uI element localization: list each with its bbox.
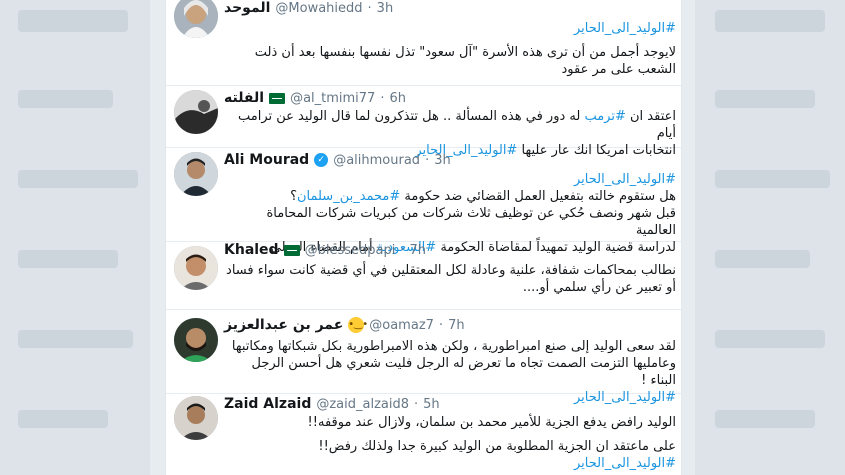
timestamp[interactable]: 7h: [409, 243, 426, 258]
tweet-item[interactable]: الفلته @al_tmimi77 · 6h اعتقد ان #ترمب ل…: [166, 86, 681, 158]
display-name[interactable]: الفلته: [224, 90, 264, 106]
tweet-header: عمر بن عبدالعزيز •‿• @oamaz7 · 7h: [224, 317, 465, 333]
tweet-line: وعامليها التزمت الصمت تجاه ما تعرض له ال…: [251, 356, 676, 388]
saudi-flag-icon: [283, 244, 300, 256]
tweet-item[interactable]: الموحد @Mowahiedd · 3h #الوليد_الى_الحاي…: [166, 0, 681, 86]
tweet-line: نطالب بمحاكمات شفافة، علنية وعادلة لكل ا…: [226, 263, 676, 278]
verified-badge-icon: ✓: [314, 153, 329, 167]
avatar-image: [174, 318, 218, 362]
blurred-content: [715, 330, 825, 348]
tweet-line: قبل شهر ونصف حُكي عن توظيف ثلاث شركات من…: [266, 206, 676, 238]
separator: ·: [400, 242, 405, 258]
timestamp[interactable]: 7h: [448, 318, 465, 333]
left-background-column: [0, 0, 150, 475]
blurred-content: [18, 330, 133, 348]
hashtag-link[interactable]: #محمد_بن_سلمان: [297, 189, 400, 204]
hashtag-link[interactable]: #ترمب: [584, 109, 625, 124]
avatar[interactable]: [174, 246, 218, 290]
blurred-content: [715, 90, 815, 108]
tweet-text: نطالب بمحاكمات شفافة، علنية وعادلة لكل ا…: [224, 262, 676, 296]
hashtag-link[interactable]: #الوليد_الى_الحاير: [574, 172, 676, 187]
user-handle[interactable]: @al_tmimi77: [290, 91, 375, 106]
tweet-header: الفلته @al_tmimi77 · 6h: [224, 90, 406, 106]
tweet-line: على ماعتقد ان الجزية المطلوبة من الوليد …: [318, 439, 676, 454]
saudi-flag-icon: [269, 92, 286, 104]
blurred-content: [18, 250, 118, 268]
tweet-item[interactable]: Zaid Alzaid @zaid_alzaid8 · 5h الوليد را…: [166, 394, 681, 475]
tweet-line: لايوجد أجمل من أن ترى هذه الأسرة "آل سعو…: [254, 45, 676, 60]
avatar[interactable]: [174, 152, 218, 196]
user-handle[interactable]: @Mowahiedd: [275, 1, 362, 16]
timestamp[interactable]: 3h: [377, 1, 394, 16]
blurred-content: [18, 90, 113, 108]
avatar[interactable]: [174, 90, 218, 134]
user-handle[interactable]: @oamaz7: [369, 318, 434, 333]
blurred-content: [18, 410, 108, 428]
blurred-content: [715, 10, 825, 32]
blurred-content: [18, 10, 128, 32]
timestamp[interactable]: 5h: [423, 397, 440, 412]
user-handle[interactable]: @zaid_alzaid8: [316, 397, 409, 412]
separator: ·: [380, 90, 385, 106]
avatar-image: [174, 396, 218, 440]
tweet-item[interactable]: عمر بن عبدالعزيز •‿• @oamaz7 · 7h لقد سع…: [166, 310, 681, 405]
tweet-item[interactable]: Khaled @blessedpapi · 7h نطالب بمحاكمات …: [166, 242, 681, 310]
avatar-image: [174, 90, 218, 134]
avatar-image: [174, 152, 218, 196]
blurred-content: [715, 170, 830, 188]
display-name[interactable]: Khaled: [224, 242, 279, 258]
blurred-content: [715, 410, 815, 428]
hashtag-link[interactable]: #الوليد_الى_الحاير: [574, 21, 676, 36]
separator: ·: [438, 317, 444, 333]
blurred-content: [18, 170, 138, 188]
separator: ·: [425, 152, 430, 168]
display-name[interactable]: Ali Mourad: [224, 152, 309, 168]
timestamp[interactable]: 6h: [389, 91, 406, 106]
tweet-feed: الموحد @Mowahiedd · 3h #الوليد_الى_الحاي…: [165, 0, 682, 475]
tweet-header: Khaled @blessedpapi · 7h: [224, 242, 426, 258]
tweet-text: الوليد رافض يدفع الجزية للأمير محمد بن س…: [224, 414, 676, 472]
tweet-header: الموحد @Mowahiedd · 3h: [224, 0, 393, 16]
avatar-image: [174, 0, 218, 38]
separator: ·: [414, 396, 419, 412]
tweet-line: الوليد رافض يدفع الجزية للأمير محمد بن س…: [307, 415, 676, 430]
avatar[interactable]: [174, 0, 218, 38]
tweet-item[interactable]: Ali Mourad ✓ @alihmourad · 3h #الوليد_ال…: [166, 148, 681, 255]
user-handle[interactable]: @blessedpapi: [305, 243, 396, 258]
avatar[interactable]: [174, 396, 218, 440]
user-handle[interactable]: @alihmourad: [333, 153, 420, 168]
tweet-line: أو تعبير عن رأي سلمي أو....: [522, 280, 676, 295]
avatar[interactable]: [174, 318, 218, 362]
timestamp[interactable]: 3h: [434, 153, 451, 168]
tweet-line: لقد سعى الوليد إلى صنع امبراطورية ، ولكن…: [231, 339, 676, 354]
display-name[interactable]: الموحد: [224, 0, 270, 16]
right-background-column: [695, 0, 845, 475]
emoji-icon: •‿•: [348, 317, 368, 333]
tweet-header: Zaid Alzaid @zaid_alzaid8 · 5h: [224, 396, 440, 412]
tweet-line: الشعب على مر عقود: [561, 62, 676, 77]
display-name[interactable]: عمر بن عبدالعزيز: [224, 317, 343, 333]
tweet-text: #الوليد_الى_الحاير لايوجد أجمل من أن ترى…: [224, 20, 676, 78]
hashtag-link[interactable]: #الوليد_الى_الحاير: [574, 456, 676, 471]
blurred-content: [715, 250, 810, 268]
separator: ·: [367, 0, 372, 16]
avatar-image: [174, 246, 218, 290]
tweet-header: Ali Mourad ✓ @alihmourad · 3h: [224, 152, 451, 168]
display-name[interactable]: Zaid Alzaid: [224, 396, 311, 412]
